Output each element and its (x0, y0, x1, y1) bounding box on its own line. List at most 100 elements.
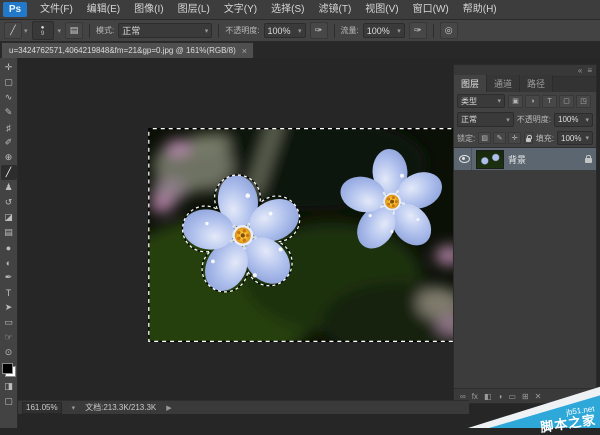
blend-mode-dropdown[interactable]: 正常 ▾ (118, 23, 212, 38)
tool-list: ✛ ▢ ∿ ✎ ♯ (1, 60, 17, 360)
tool-icon: ➤ (5, 302, 13, 313)
lock-all-icon[interactable] (524, 132, 533, 144)
lock-label: 锁定: (457, 133, 475, 144)
opacity-pressure-icon[interactable]: ✑ (310, 22, 328, 39)
menu-item[interactable]: 文件(F) (33, 0, 80, 19)
tool-button[interactable]: ▭ (1, 315, 17, 330)
blend-row: 正常 ▾ 不透明度: 100% ▾ (454, 110, 596, 129)
flow-dropdown[interactable]: 100% ▾ (363, 23, 405, 38)
layer-filter-value: 类型 (461, 96, 477, 107)
divider (218, 24, 219, 38)
tool-icon: ♟ (4, 182, 12, 193)
layer-filter-icon[interactable]: ▣ (508, 95, 523, 108)
lock-option-icon[interactable]: ✎ (493, 132, 506, 144)
tool-button[interactable]: ◪ (1, 210, 17, 225)
color-swatches[interactable] (2, 363, 16, 377)
tool-button[interactable]: ● (1, 240, 17, 255)
layer-opacity-dropdown[interactable]: 100% ▾ (554, 113, 593, 127)
tool-button[interactable]: ✐ (1, 135, 17, 150)
chevron-down-icon: ▾ (24, 27, 28, 35)
layer-row-background[interactable]: 背景 (454, 148, 596, 170)
chevron-down-icon: ▾ (397, 27, 401, 35)
size-pressure-icon[interactable]: ◎ (440, 22, 458, 39)
document-tab[interactable]: u=3424762571,4064219848&fm=21&gp=0.jpg @… (1, 42, 254, 58)
chevron-down-icon: ▾ (506, 116, 510, 124)
menu-item[interactable]: 滤镜(T) (312, 0, 359, 19)
layer-filter-icon[interactable]: T (542, 95, 557, 108)
tool-button[interactable]: ↺ (1, 195, 17, 210)
menu-item[interactable]: 视图(V) (358, 0, 405, 19)
status-options-arrow[interactable]: ▶ (166, 404, 171, 412)
menu-item[interactable]: 窗口(W) (406, 0, 456, 19)
brush-size-value: 9 (41, 31, 45, 37)
layer-filter-icon[interactable]: ▢ (559, 95, 574, 108)
layer-thumbnail[interactable] (476, 150, 504, 169)
document-tab-bar: u=3424762571,4064219848&fm=21&gp=0.jpg @… (0, 42, 600, 58)
tool-button[interactable]: ▢ (1, 75, 17, 90)
dock-menu-icon[interactable]: ≡ (587, 66, 592, 75)
tool-button[interactable]: ♯ (1, 120, 17, 135)
tool-button[interactable]: T (1, 285, 17, 300)
tool-button[interactable]: ☞ (1, 330, 17, 345)
fill-value: 100% (561, 134, 581, 143)
chevron-down-icon: ▾ (72, 404, 76, 412)
mode-label: 模式: (96, 25, 114, 36)
visibility-toggle[interactable] (457, 148, 472, 170)
panel-tab[interactable]: 图层 (454, 75, 487, 92)
tool-button[interactable]: ✎ (1, 105, 17, 120)
panel-tab[interactable]: 通道 (487, 75, 520, 92)
photo-forget-me-nots (148, 128, 456, 342)
opacity-dropdown[interactable]: 100% ▾ (264, 23, 306, 38)
blend-mode-value: 正常 (122, 24, 140, 37)
menu-item[interactable]: 帮助(H) (456, 0, 504, 19)
tool-icon: ◐ (6, 258, 11, 268)
tool-icon: T (6, 288, 12, 298)
tool-button[interactable]: ▤ (1, 225, 17, 240)
layer-filter-dropdown[interactable]: 类型 ▾ (457, 94, 505, 108)
active-tool-preset[interactable]: ╱ ▾ (4, 22, 28, 39)
layer-blend-mode-dropdown[interactable]: 正常 ▾ (457, 112, 514, 127)
tool-icon: ∿ (5, 92, 13, 103)
brush-preset-picker[interactable]: ● 9 (32, 21, 54, 40)
airbrush-icon[interactable]: ✑ (409, 22, 427, 39)
tool-icon: ♯ (6, 123, 11, 133)
tool-icon: ⊕ (5, 152, 13, 163)
layer-filter-icon[interactable]: ◑ (525, 95, 540, 108)
tool-button[interactable]: ♟ (1, 180, 17, 195)
layer-filter-icon[interactable]: ◳ (576, 95, 591, 108)
collapse-panels-icon[interactable]: « (578, 66, 582, 75)
foreground-color-swatch[interactable] (2, 363, 13, 374)
close-icon[interactable]: × (242, 46, 247, 56)
zoom-level-field[interactable]: 161.05% (22, 402, 62, 414)
fill-label: 填充: (536, 133, 554, 144)
chevron-down-icon: ▾ (58, 27, 62, 35)
menu-item[interactable]: 图像(I) (127, 0, 170, 19)
fill-dropdown[interactable]: 100% ▾ (557, 131, 593, 145)
tool-button[interactable]: ⊙ (1, 345, 17, 360)
canvas-image[interactable] (148, 128, 456, 342)
quick-mask-icon: ◨ (4, 381, 13, 392)
layer-list: 背景 (454, 147, 596, 388)
menu-item[interactable]: 图层(L) (171, 0, 217, 19)
tool-button[interactable]: ⊕ (1, 150, 17, 165)
tool-button[interactable]: ∿ (1, 90, 17, 105)
divider (334, 24, 335, 38)
menu-item[interactable]: 选择(S) (264, 0, 311, 19)
lock-option-icon[interactable]: ✛ (508, 132, 521, 144)
tool-icon: ▢ (4, 77, 13, 88)
lock-option-icon[interactable]: ▨ (478, 132, 491, 144)
panel-tab[interactable]: 路径 (520, 75, 553, 92)
screen-mode-button[interactable]: ▢ (1, 394, 17, 409)
lock-icons: ▨✎✛ (478, 132, 521, 144)
quick-mask-button[interactable]: ◨ (1, 379, 17, 394)
tool-button[interactable]: ✒ (1, 270, 17, 285)
tool-button[interactable]: ✛ (1, 60, 17, 75)
menu-item[interactable]: 编辑(E) (80, 0, 127, 19)
menu-item[interactable]: 文字(Y) (217, 0, 264, 19)
status-bar: 161.05% ▾ 文档:213.3K/213.3K ▶ (18, 400, 469, 414)
tool-button[interactable]: ➤ (1, 300, 17, 315)
tool-button[interactable]: ◐ (1, 255, 17, 270)
tool-icon: ✒ (5, 272, 13, 283)
tool-button[interactable]: ╱ (1, 165, 17, 180)
toggle-brush-panel-icon[interactable]: ▤ (65, 22, 83, 39)
